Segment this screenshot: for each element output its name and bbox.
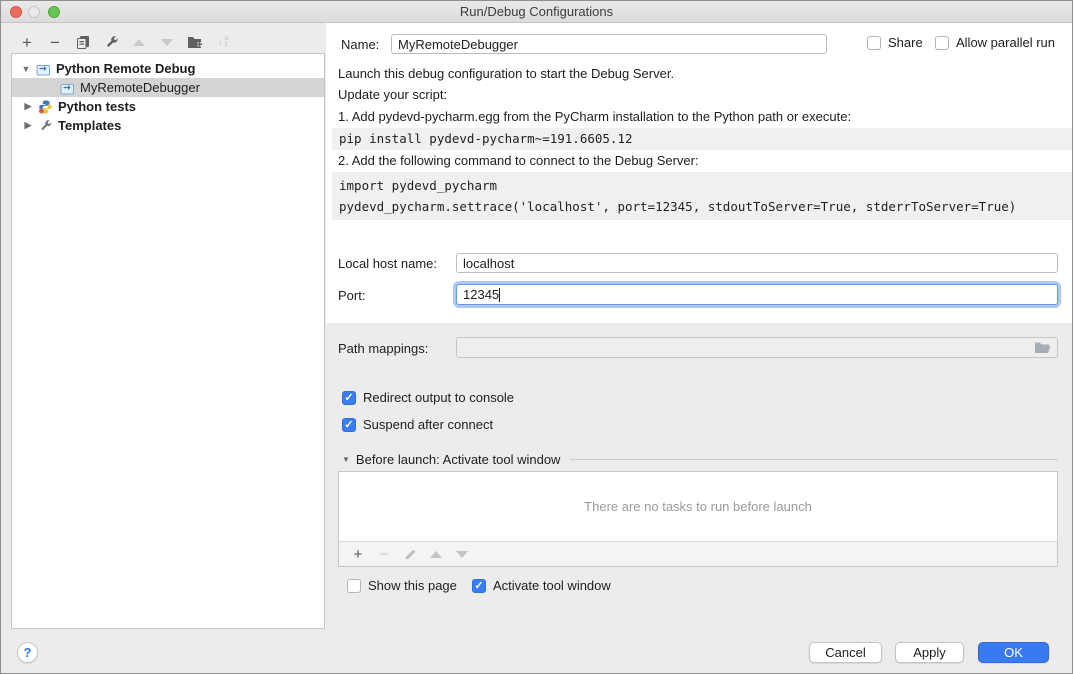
tree-item-my-remote-debugger[interactable]: MyRemoteDebugger <box>12 78 324 97</box>
port-value: 12345 <box>463 287 499 302</box>
window-title: Run/Debug Configurations <box>1 1 1072 22</box>
redirect-output-checkbox[interactable]: ✓ <box>342 391 356 405</box>
tree-item-label: Templates <box>58 118 121 133</box>
description-line-2: Update your script: <box>338 84 447 105</box>
description-step-2: 2. Add the following command to connect … <box>338 150 699 171</box>
text-caret <box>499 288 500 302</box>
wrench-icon <box>38 119 53 133</box>
chevron-down-icon[interactable]: ▼ <box>20 64 32 74</box>
title-bar: Run/Debug Configurations <box>1 1 1072 23</box>
port-label: Port: <box>338 288 365 303</box>
local-host-name-input[interactable] <box>456 253 1058 273</box>
local-host-name-label: Local host name: <box>338 256 437 271</box>
arrow-down-icon <box>161 39 173 46</box>
suspend-after-connect-label: Suspend after connect <box>363 417 493 432</box>
path-mappings-field[interactable] <box>456 337 1058 358</box>
activate-tool-window-row[interactable]: ✓ Activate tool window <box>472 578 611 593</box>
close-window-button[interactable] <box>10 6 22 18</box>
redirect-output-label: Redirect output to console <box>363 390 514 405</box>
pencil-icon <box>404 548 417 561</box>
activate-tool-window-checkbox[interactable]: ✓ <box>472 579 486 593</box>
allow-parallel-run-label: Allow parallel run <box>956 35 1055 50</box>
redirect-output-row[interactable]: ✓ Redirect output to console <box>342 390 514 405</box>
open-folder-icon[interactable] <box>1034 341 1051 354</box>
zoom-window-button[interactable] <box>48 6 60 18</box>
edit-task-button <box>397 544 423 564</box>
configuration-editor-panel: Name: Share Allow parallel run Launch th… <box>326 23 1073 323</box>
chevron-down-icon[interactable]: ▼ <box>342 455 350 464</box>
chevron-right-icon[interactable]: ▶ <box>22 101 34 112</box>
code-block-pip-install: pip install pydevd-pycharm~=191.6605.12 <box>332 128 1073 150</box>
before-launch-header[interactable]: ▼ Before launch: Activate tool window <box>342 452 1058 467</box>
before-launch-label: Before launch: Activate tool window <box>356 452 561 467</box>
tree-item-templates[interactable]: ▶ Templates <box>12 116 324 135</box>
sort-configurations-button: ↓az <box>209 31 237 53</box>
run-config-icon <box>36 62 51 76</box>
tree-item-python-remote-debug[interactable]: ▼ Python Remote Debug <box>12 59 324 78</box>
ok-button[interactable]: OK <box>978 642 1049 663</box>
tree-item-python-tests[interactable]: ▶ Python tests <box>12 97 324 116</box>
tree-item-label: Python Remote Debug <box>56 61 195 76</box>
arrow-up-icon <box>430 551 442 558</box>
activate-tool-window-label: Activate tool window <box>493 578 611 593</box>
port-input[interactable]: 12345 <box>456 284 1058 305</box>
path-mappings-label: Path mappings: <box>338 341 428 356</box>
edit-templates-button[interactable] <box>97 31 125 53</box>
code-block-settrace: import pydevd_pycharm pydevd_pycharm.set… <box>332 172 1073 220</box>
share-checkbox[interactable] <box>867 36 881 50</box>
show-this-page-checkbox[interactable] <box>347 579 361 593</box>
new-folder-button[interactable] <box>181 31 209 53</box>
allow-parallel-checkbox-row[interactable]: Allow parallel run <box>935 35 1055 50</box>
configurations-tree: ▼ Python Remote Debug MyRemoteDebugger ▶ <box>11 53 325 629</box>
folder-plus-icon <box>187 35 203 49</box>
task-list-empty-text: There are no tasks to run before launch <box>339 472 1057 541</box>
arrow-up-icon <box>133 39 145 46</box>
sort-az-icon: ↓az <box>218 36 228 48</box>
header-rule <box>570 459 1058 460</box>
description-step-1: 1. Add pydevd-pycharm.egg from the PyCha… <box>338 106 851 127</box>
python-tests-icon <box>38 100 53 114</box>
description-line-1: Launch this debug configuration to start… <box>338 63 674 84</box>
share-checkbox-row[interactable]: Share <box>867 35 923 50</box>
tree-item-label: MyRemoteDebugger <box>80 80 200 95</box>
run-debug-configurations-dialog: Run/Debug Configurations + − <box>0 0 1073 674</box>
before-launch-task-list: There are no tasks to run before launch … <box>338 471 1058 567</box>
show-this-page-row[interactable]: Show this page <box>347 578 457 593</box>
configurations-toolbar: + − ↓az <box>13 31 237 53</box>
apply-button[interactable]: Apply <box>895 642 964 663</box>
plus-icon: + <box>354 547 363 562</box>
run-config-icon <box>60 81 75 95</box>
tree-item-label: Python tests <box>58 99 136 114</box>
help-button[interactable]: ? <box>17 642 38 663</box>
move-task-down-button <box>449 544 475 564</box>
minimize-window-button <box>28 6 40 18</box>
name-input[interactable] <box>391 34 827 54</box>
code-line-settrace: pydevd_pycharm.settrace('localhost', por… <box>339 196 1073 217</box>
move-task-up-button <box>423 544 449 564</box>
cancel-button[interactable]: Cancel <box>809 642 882 663</box>
minus-icon: − <box>50 34 60 51</box>
move-up-button <box>125 31 153 53</box>
task-list-toolbar: + − <box>339 541 1057 566</box>
allow-parallel-run-checkbox[interactable] <box>935 36 949 50</box>
arrow-down-icon <box>456 551 468 558</box>
remove-configuration-button[interactable]: − <box>41 31 69 53</box>
copy-icon <box>76 35 90 49</box>
show-this-page-label: Show this page <box>368 578 457 593</box>
name-label: Name: <box>341 37 379 52</box>
suspend-after-connect-checkbox[interactable]: ✓ <box>342 418 356 432</box>
code-line-import: import pydevd_pycharm <box>339 175 1073 196</box>
plus-icon: + <box>22 34 32 51</box>
minus-icon: − <box>380 547 389 562</box>
add-task-button[interactable]: + <box>345 544 371 564</box>
copy-configuration-button[interactable] <box>69 31 97 53</box>
chevron-right-icon[interactable]: ▶ <box>22 120 34 131</box>
share-label: Share <box>888 35 923 50</box>
question-mark-icon: ? <box>24 645 32 660</box>
remove-task-button: − <box>371 544 397 564</box>
wrench-icon <box>104 35 119 50</box>
suspend-after-connect-row[interactable]: ✓ Suspend after connect <box>342 417 493 432</box>
move-down-button <box>153 31 181 53</box>
add-configuration-button[interactable]: + <box>13 31 41 53</box>
